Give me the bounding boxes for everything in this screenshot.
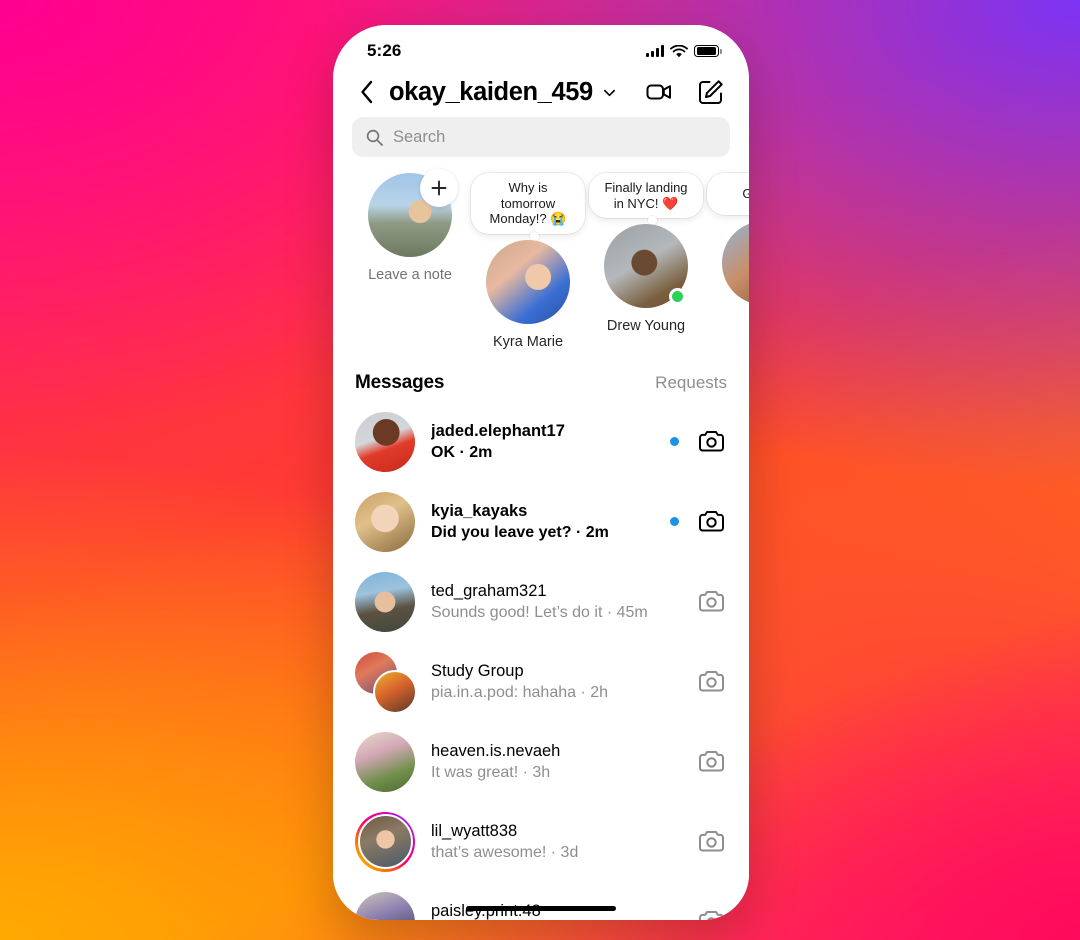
status-bar-indicators bbox=[646, 44, 722, 58]
table-row[interactable]: lil_wyatt838 that’s awesome! · 3d bbox=[333, 802, 749, 882]
note-bubble[interactable]: Ga… w bbox=[707, 173, 749, 215]
camera-icon[interactable] bbox=[698, 508, 725, 535]
avatar bbox=[368, 169, 458, 257]
home-indicator[interactable] bbox=[466, 905, 616, 911]
table-row[interactable]: Study Group pia.in.a.pod: hahaha · 2h bbox=[333, 642, 749, 722]
note-item-kyra[interactable]: Why is tomorrow Monday!? 😭 Kyra Marie bbox=[471, 173, 585, 350]
conversation-username: jaded.elephant17 bbox=[431, 421, 565, 440]
avatar bbox=[355, 811, 415, 872]
conversation-username: Study Group bbox=[431, 661, 524, 680]
compose-new-message-icon[interactable] bbox=[697, 78, 725, 106]
unread-dot bbox=[670, 517, 679, 526]
conversation-preview: that’s awesome! · 3d bbox=[431, 843, 579, 861]
table-row[interactable]: paisley.print.48 Whaaat?? · 8h bbox=[333, 882, 749, 920]
conversation-list: jaded.elephant17 OK · 2m kyia_kayaks Did… bbox=[333, 398, 749, 920]
conversation-username: kyia_kayaks bbox=[431, 501, 528, 520]
requests-link[interactable]: Requests bbox=[655, 373, 727, 393]
note-label: Drew Young bbox=[606, 318, 686, 334]
note-bubble[interactable]: Finally landing in NYC! ❤️ bbox=[589, 173, 703, 225]
messages-header: Messages Requests bbox=[333, 350, 749, 398]
table-row[interactable]: kyia_kayaks Did you leave yet? · 2m bbox=[333, 482, 749, 562]
note-label: Kyra Marie bbox=[492, 333, 564, 350]
unread-dot bbox=[670, 437, 679, 446]
conversation-text: heaven.is.nevaeh It was great! · 3h bbox=[431, 741, 654, 783]
phone-screen: 5:26 okay_kaiden_459 Search Leave a note… bbox=[333, 25, 749, 920]
row-actions bbox=[670, 748, 725, 775]
note-text: Finally landing in NYC! ❤️ bbox=[604, 180, 688, 211]
note-item-drew[interactable]: Finally landing in NYC! ❤️ Drew Young bbox=[589, 173, 703, 350]
row-actions bbox=[670, 908, 725, 920]
status-bar: 5:26 bbox=[333, 25, 749, 71]
note-avatar-image bbox=[722, 221, 749, 305]
avatar bbox=[722, 221, 749, 305]
table-row[interactable]: ted_graham321 Sounds good! Let’s do it ·… bbox=[333, 562, 749, 642]
account-switcher[interactable]: okay_kaiden_459 bbox=[389, 78, 635, 107]
table-row[interactable]: jaded.elephant17 OK · 2m bbox=[333, 402, 749, 482]
conversation-preview: Did you leave yet? · 2m bbox=[431, 523, 609, 541]
row-actions bbox=[670, 828, 725, 855]
conversation-text: ted_graham321 Sounds good! Let’s do it ·… bbox=[431, 581, 654, 623]
row-actions bbox=[670, 428, 725, 455]
messages-title: Messages bbox=[355, 371, 445, 393]
page-title: okay_kaiden_459 bbox=[389, 77, 593, 106]
avatar bbox=[486, 239, 570, 324]
row-actions bbox=[670, 508, 725, 535]
search-icon bbox=[366, 129, 383, 146]
search-input[interactable]: Search bbox=[352, 117, 730, 157]
conversation-text: Study Group pia.in.a.pod: hahaha · 2h bbox=[431, 661, 654, 703]
note-text: Why is tomorrow Monday!? 😭 bbox=[489, 180, 567, 226]
wifi-icon bbox=[670, 44, 688, 57]
avatar bbox=[355, 571, 415, 632]
camera-icon[interactable] bbox=[698, 588, 725, 615]
conversation-preview: OK · 2m bbox=[431, 443, 493, 461]
camera-icon[interactable] bbox=[698, 668, 725, 695]
conversation-preview: Sounds good! Let’s do it · 45m bbox=[431, 603, 648, 621]
header-actions bbox=[645, 78, 725, 106]
conversation-preview: It was great! · 3h bbox=[431, 763, 551, 781]
avatar bbox=[355, 491, 415, 552]
note-item-self[interactable]: Leave a note bbox=[355, 169, 465, 350]
phone-frame: 5:26 okay_kaiden_459 Search Leave a note… bbox=[333, 25, 749, 920]
avatar bbox=[355, 891, 415, 920]
cellular-bars-icon bbox=[646, 45, 664, 57]
online-status-dot bbox=[669, 288, 686, 305]
camera-icon[interactable] bbox=[698, 428, 725, 455]
video-camera-icon[interactable] bbox=[645, 78, 673, 106]
notes-row[interactable]: Leave a note Why is tomorrow Monday!? 😭 … bbox=[333, 157, 749, 350]
add-note-plus-icon[interactable] bbox=[420, 169, 458, 207]
avatar bbox=[355, 651, 417, 714]
conversation-preview: pia.in.a.pod: hahaha · 2h bbox=[431, 683, 609, 701]
conversation-text: lil_wyatt838 that’s awesome! · 3d bbox=[431, 821, 654, 863]
app-header: okay_kaiden_459 bbox=[333, 71, 749, 111]
status-bar-time: 5:26 bbox=[367, 41, 402, 60]
note-avatar-image bbox=[486, 239, 570, 324]
camera-icon[interactable] bbox=[698, 908, 725, 920]
camera-icon[interactable] bbox=[698, 748, 725, 775]
row-actions bbox=[670, 588, 725, 615]
conversation-username: heaven.is.nevaeh bbox=[431, 741, 561, 760]
conversation-username: ted_graham321 bbox=[431, 581, 547, 600]
battery-full-icon bbox=[694, 44, 722, 58]
conversation-username: lil_wyatt838 bbox=[431, 821, 518, 840]
conversation-text: kyia_kayaks Did you leave yet? · 2m bbox=[431, 501, 654, 543]
note-label: Leave a note bbox=[368, 267, 452, 283]
search-section: Search bbox=[333, 111, 749, 157]
avatar bbox=[355, 731, 415, 792]
avatar bbox=[604, 224, 688, 308]
chevron-left-icon[interactable] bbox=[355, 77, 379, 107]
note-item-jac[interactable]: Ga… w Jac bbox=[707, 173, 749, 350]
note-bubble[interactable]: Why is tomorrow Monday!? 😭 bbox=[471, 173, 585, 240]
chevron-down-icon bbox=[603, 89, 615, 96]
search-placeholder: Search bbox=[393, 127, 446, 146]
camera-icon[interactable] bbox=[698, 828, 725, 855]
table-row[interactable]: heaven.is.nevaeh It was great! · 3h bbox=[333, 722, 749, 802]
row-actions bbox=[670, 668, 725, 695]
conversation-text: jaded.elephant17 OK · 2m bbox=[431, 421, 654, 463]
note-text: Ga… w bbox=[742, 186, 749, 202]
avatar bbox=[355, 411, 415, 472]
